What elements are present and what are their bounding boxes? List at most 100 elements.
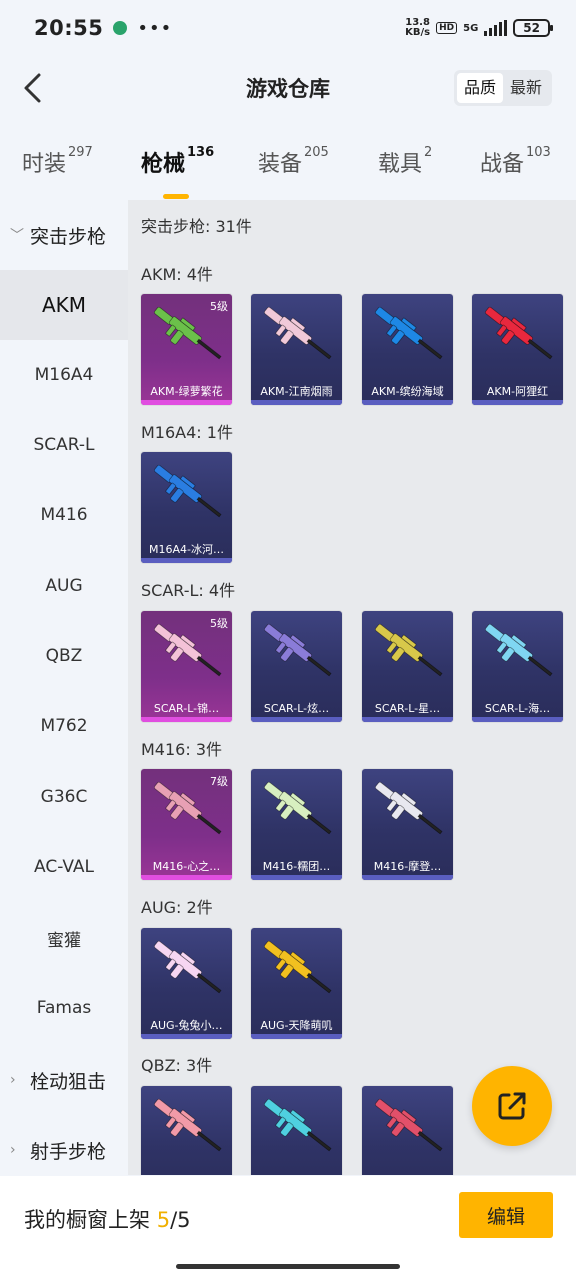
weapon-skin-image [375,306,443,360]
weapon-skin-card[interactable]: M416-糯团… [251,769,342,880]
skin-name: M416-心之… [152,860,221,873]
sidebar-item-famas[interactable]: Famas [0,973,128,1043]
weapon-skin-image [264,940,332,994]
tab-count: 136 [187,145,215,160]
app-notification-icon [113,21,128,35]
sidebar-item-scar-l[interactable]: SCAR-L [0,410,128,480]
sidebar-item-ac-val[interactable]: AC-VAL [0,832,128,902]
chevron-right-icon: › [10,1072,16,1088]
tab-label: 装备 [258,152,303,177]
weapon-skin-image [375,1098,443,1152]
weapon-skin-card[interactable]: M416-摩登… [362,769,453,880]
skin-name: M16A4-冰河… [149,543,224,556]
weapon-skin-image [485,623,553,677]
section-title: SCAR-L: 4件 [141,581,236,600]
hd-icon: HD [436,22,458,34]
section-title: AKM: 4件 [141,265,213,284]
showcase-bar: 我的橱窗上架 5/5 编辑 [0,1176,576,1280]
share-button[interactable] [472,1066,552,1146]
weapon-skin-card[interactable]: M16A4-冰河… [141,452,232,563]
category-assault-rifle[interactable]: ﹀ 突击步枪 [0,200,128,270]
rarity-bar [251,1034,342,1039]
weapon-skin-card[interactable]: AUG-天降萌叽 [251,928,342,1039]
rarity-bar [362,717,453,722]
weapon-skin-card[interactable]: SCAR-L-炫… [251,611,342,722]
rarity-bar [141,1034,232,1039]
tab-equipment[interactable]: 装备 205 [258,145,329,178]
rarity-bar [251,875,342,880]
weapon-skin-card[interactable]: AKM-江南烟雨 [251,294,342,405]
tab-vehicles[interactable]: 载具 2 [378,145,433,178]
weapon-skin-image [264,623,332,677]
weapon-skin-image [485,306,553,360]
share-external-icon [498,1092,526,1120]
skin-name: M416-糯团… [262,860,331,873]
weapon-skin-card[interactable]: 5级 SCAR-L-锦… [141,611,232,722]
showcase-label: 我的橱窗上架 [24,1208,150,1232]
chevron-right-icon: › [10,1142,16,1158]
category-bolt-sniper[interactable]: › 栓动狙击 [0,1045,128,1115]
section-title: AUG: 2件 [141,898,213,917]
sidebar-item-akm[interactable]: AKM [0,270,128,340]
weapon-skin-card[interactable]: SCAR-L-星… [362,611,453,722]
tab-label: 枪械 [141,152,186,177]
tab-supplies[interactable]: 战备 103 [480,145,551,178]
skin-name: SCAR-L-星… [374,702,441,715]
weapon-skin-grid: 突击步枪: 31件 AKM: 4件 5级 AKM-绿萝繁花 AKM-江南烟雨 AKM-缤… [128,200,576,1175]
sidebar-item-honey-badger[interactable]: 蜜獾 [0,903,128,973]
weapon-skin-image [264,1098,332,1152]
tab-fashion[interactable]: 时装 297 [22,145,93,178]
rarity-bar [141,558,232,563]
tab-firearms[interactable]: 枪械 136 [141,145,215,199]
sidebar-item-m16a4[interactable]: M16A4 [0,340,128,410]
category-summary: 突击步枪: 31件 [141,217,252,236]
weapon-skin-card[interactable] [251,1086,342,1175]
sidebar-item-g36c[interactable]: G36C [0,762,128,832]
weapon-skin-image [375,781,443,835]
rarity-bar [472,400,563,405]
skin-name: SCAR-L-海… [484,702,551,715]
category-marksman-rifle[interactable]: › 射手步枪 [0,1115,128,1185]
showcase-total-count: 5 [177,1208,191,1232]
back-button[interactable] [14,70,50,106]
weapon-skin-image [154,464,222,518]
rarity-bar [362,875,453,880]
sort-quality-option[interactable]: 品质 [456,73,503,103]
sort-newest-option[interactable]: 最新 [503,73,549,103]
rarity-bar [141,875,232,880]
sidebar-item-m762[interactable]: M762 [0,691,128,761]
weapon-skin-card[interactable]: AKM-缤纷海域 [362,294,453,405]
weapon-skin-card[interactable] [141,1086,232,1175]
skin-name: AKM-阿狸红 [486,385,549,398]
signal-icon [484,20,508,36]
edit-button[interactable]: 编辑 [459,1192,553,1238]
skin-level-badge: 5级 [210,617,228,630]
sort-toggle: 品质 最新 [453,70,552,106]
tab-label: 时装 [22,152,67,177]
back-arrow-icon [24,73,41,103]
weapon-skin-card[interactable]: SCAR-L-海… [472,611,563,722]
sidebar-item-m416[interactable]: M416 [0,480,128,550]
section-title: QBZ: 3件 [141,1056,213,1075]
tab-count: 103 [526,145,551,160]
tab-label: 载具 [378,152,423,177]
weapon-skin-card[interactable] [362,1086,453,1175]
net-speed: 13.8 KB/s [405,18,430,38]
home-indicator[interactable] [176,1264,400,1269]
weapon-skin-image [154,1098,222,1152]
category-label: 栓动狙击 [30,1070,107,1093]
weapon-skin-card[interactable]: 5级 AKM-绿萝繁花 [141,294,232,405]
weapon-skin-card[interactable]: AUG-兔兔小… [141,928,232,1039]
category-label: 射手步枪 [30,1140,107,1163]
sidebar-item-qbz[interactable]: QBZ [0,621,128,691]
rarity-bar [141,400,232,405]
weapon-skin-image [154,940,222,994]
weapon-skin-card[interactable]: 7级 M416-心之… [141,769,232,880]
weapon-skin-card[interactable]: AKM-阿狸红 [472,294,563,405]
chevron-down-icon: ﹀ [10,228,24,244]
tab-count: 297 [68,145,93,160]
page-title: 游戏仓库 [246,77,330,101]
sidebar-item-aug[interactable]: AUG [0,551,128,621]
tab-count: 2 [424,145,433,160]
tab-label: 战备 [480,152,525,177]
